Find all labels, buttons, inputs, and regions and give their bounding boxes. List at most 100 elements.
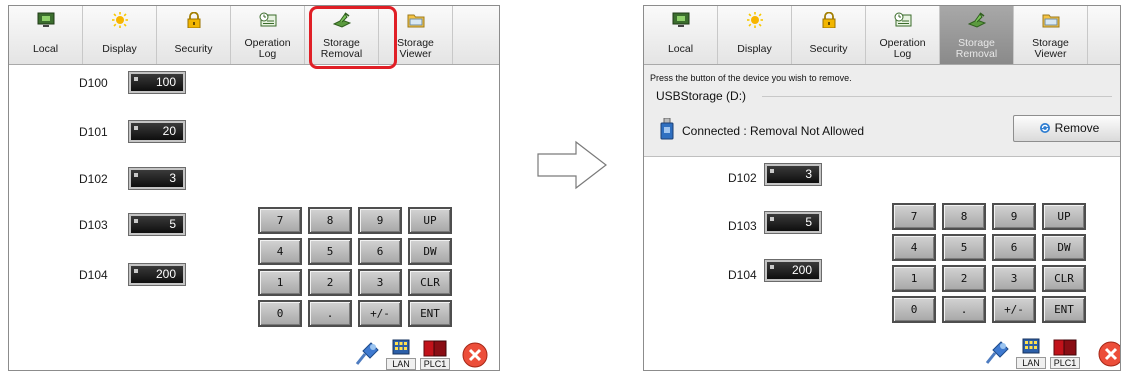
key-clr[interactable]: CLR [1042, 265, 1086, 292]
device-label-d103: D103 [728, 219, 757, 233]
device-value-d102[interactable]: 3 [128, 167, 186, 190]
lan-icon [392, 339, 410, 355]
device-label-d101: D101 [79, 125, 108, 139]
padlock-icon [822, 12, 835, 28]
monitor-icon [672, 12, 689, 27]
lan-button[interactable]: LAN [386, 339, 416, 370]
device-value-d102[interactable]: 3 [764, 163, 822, 186]
tab-display[interactable]: Display [718, 6, 792, 64]
key-3[interactable]: 3 [358, 269, 402, 296]
key-5[interactable]: 5 [942, 234, 986, 261]
key-7[interactable]: 7 [892, 203, 936, 230]
storage-removal-panel: Press the button of the device you wish … [644, 65, 1120, 157]
key-6[interactable]: 6 [992, 234, 1036, 261]
remove-button[interactable]: Remove [1013, 115, 1120, 142]
device-label-d100: D100 [79, 76, 108, 90]
pin-icon[interactable] [981, 338, 1011, 368]
refresh-icon [1039, 123, 1050, 133]
key-7[interactable]: 7 [258, 207, 302, 234]
device-value-d101[interactable]: 20 [128, 120, 186, 143]
plc1-button[interactable]: PLC1 [1050, 338, 1080, 369]
tab-operation-log[interactable]: Operation Log [231, 6, 305, 64]
device-label-d104: D104 [79, 268, 108, 282]
device-value-d103[interactable]: 5 [764, 211, 822, 234]
lan-label: LAN [1016, 357, 1046, 369]
key-9[interactable]: 9 [992, 203, 1036, 230]
device-label-d102: D102 [79, 172, 108, 186]
key-9[interactable]: 9 [358, 207, 402, 234]
tab-security[interactable]: Security [792, 6, 866, 64]
tab-security[interactable]: Security [157, 6, 231, 64]
key-sign[interactable]: +/- [358, 300, 402, 327]
device-value-d104[interactable]: 200 [764, 259, 822, 282]
storage-eject-icon [967, 12, 986, 28]
device-value-d103[interactable]: 5 [128, 213, 186, 236]
sun-icon [111, 12, 128, 28]
tab-label: Security [809, 43, 848, 55]
tab-local[interactable]: Local [9, 6, 83, 64]
tab-local[interactable]: Local [644, 6, 718, 64]
key-4[interactable]: 4 [892, 234, 936, 261]
log-screen-icon [894, 12, 911, 27]
close-icon[interactable] [460, 340, 490, 370]
key-sign[interactable]: +/- [992, 296, 1036, 323]
key-8[interactable]: 8 [308, 207, 352, 234]
left-screen: Local Display Security Operation Log Sto… [8, 5, 500, 371]
key-0[interactable]: 0 [258, 300, 302, 327]
tab-label: Display [102, 43, 137, 55]
group-divider [762, 96, 1112, 97]
tab-storage-removal[interactable]: Storage Removal [940, 6, 1014, 64]
storage-removal-highlight [309, 6, 397, 69]
plc-label: PLC1 [1050, 357, 1080, 369]
remove-button-label: Remove [1054, 121, 1100, 135]
key-dot[interactable]: . [942, 296, 986, 323]
key-2[interactable]: 2 [942, 265, 986, 292]
plc1-button[interactable]: PLC1 [420, 339, 450, 370]
key-1[interactable]: 1 [258, 269, 302, 296]
key-1[interactable]: 1 [892, 265, 936, 292]
key-3[interactable]: 3 [992, 265, 1036, 292]
tab-label: Local [32, 43, 59, 55]
tab-label: Display [737, 43, 772, 55]
tab-label: Operation Log [879, 37, 926, 60]
folder-icon [407, 14, 424, 28]
settings-toolbar: Local Display Security Operation Log Sto… [9, 6, 499, 69]
plc-label: PLC1 [420, 358, 450, 370]
key-8[interactable]: 8 [942, 203, 986, 230]
plc-icon [1053, 339, 1077, 356]
device-label-d102: D102 [728, 171, 757, 185]
lan-icon [1022, 338, 1040, 354]
tab-label: Local [667, 43, 694, 55]
device-label-d103: D103 [79, 218, 108, 232]
key-2[interactable]: 2 [308, 269, 352, 296]
padlock-icon [187, 12, 200, 28]
key-ent[interactable]: ENT [1042, 296, 1086, 323]
lan-label: LAN [386, 358, 416, 370]
key-dw[interactable]: DW [1042, 234, 1086, 261]
plc-icon [423, 340, 447, 357]
close-icon[interactable] [1096, 339, 1121, 369]
tab-storage-viewer[interactable]: Storage Viewer [1014, 6, 1088, 64]
pin-icon[interactable] [351, 339, 381, 369]
key-dw[interactable]: DW [408, 238, 452, 265]
tab-label: Operation Log [244, 37, 291, 60]
device-label-d104: D104 [728, 268, 757, 282]
key-up[interactable]: UP [408, 207, 452, 234]
key-4[interactable]: 4 [258, 238, 302, 265]
tab-operation-log[interactable]: Operation Log [866, 6, 940, 64]
monitor-icon [37, 12, 54, 27]
device-value-d100[interactable]: 100 [128, 71, 186, 94]
key-5[interactable]: 5 [308, 238, 352, 265]
device-group-title: USBStorage (D:) [656, 89, 747, 103]
key-dot[interactable]: . [308, 300, 352, 327]
lan-button[interactable]: LAN [1016, 338, 1046, 369]
device-value-d104[interactable]: 200 [128, 263, 186, 286]
usb-drive-icon [660, 118, 674, 140]
key-clr[interactable]: CLR [408, 269, 452, 296]
instruction-text: Press the button of the device you wish … [650, 73, 852, 83]
key-0[interactable]: 0 [892, 296, 936, 323]
key-up[interactable]: UP [1042, 203, 1086, 230]
key-6[interactable]: 6 [358, 238, 402, 265]
tab-display[interactable]: Display [83, 6, 157, 64]
key-ent[interactable]: ENT [408, 300, 452, 327]
